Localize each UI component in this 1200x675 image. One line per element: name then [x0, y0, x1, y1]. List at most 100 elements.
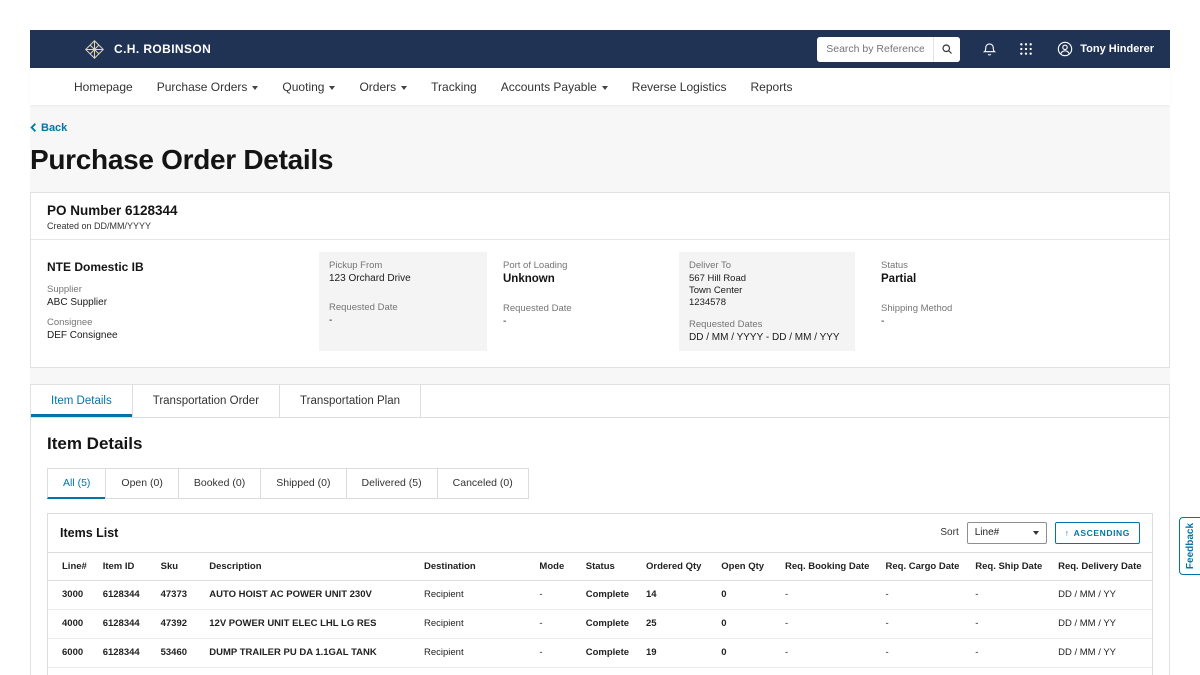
order-type: NTE Domestic IB [47, 260, 319, 274]
tab-item-details[interactable]: Item Details [31, 385, 133, 417]
column-header: Line# [48, 552, 97, 580]
main-nav: Homepage Purchase Orders Quoting Orders … [30, 68, 1170, 105]
po-summary-card: PO Number 6128344 Created on DD/MM/YYYY … [30, 192, 1170, 368]
cell-item-id: 6128344 [97, 638, 155, 667]
cell-req-cargo-date: - [880, 638, 970, 667]
nav-item-label: Tracking [431, 80, 477, 94]
port-of-loading-value: Unknown [503, 273, 679, 285]
cell-item-id: 6128344 [97, 580, 155, 609]
page-title: Purchase Order Details [30, 144, 1170, 176]
item-details-section: Item Details All (5) Open (0) Booked (0)… [31, 418, 1169, 675]
chevron-down-icon [252, 86, 258, 90]
cell-sku: 53460 [155, 638, 204, 667]
feedback-button[interactable]: Feedback [1179, 517, 1200, 575]
table-row[interactable]: 8000612834453453INDUST PU 230/460V 2320P… [48, 667, 1152, 675]
cell-req-delivery-date: DD / MM / YY [1052, 667, 1152, 675]
brand: C.H. ROBINSON [84, 39, 211, 60]
port-of-loading-column: Port of Loading Unknown Requested Date - [503, 252, 679, 351]
column-header: Status [580, 552, 640, 580]
back-link[interactable]: Back [30, 122, 67, 134]
tab-transportation-order[interactable]: Transportation Order [133, 385, 280, 417]
filter-tab-open[interactable]: Open (0) [105, 468, 178, 499]
filter-tab-canceled[interactable]: Canceled (0) [437, 468, 529, 499]
filter-tab-shipped[interactable]: Shipped (0) [260, 468, 346, 499]
sort-select[interactable]: Line# [967, 522, 1047, 544]
cell-mode: - [533, 609, 579, 638]
nav-item-label: Homepage [74, 80, 133, 94]
nav-item-orders[interactable]: Orders [359, 80, 407, 94]
nav-item-label: Purchase Orders [157, 80, 248, 94]
cell-req-booking-date: - [779, 580, 880, 609]
notifications-button[interactable] [982, 42, 997, 57]
status-value: Partial [881, 273, 1153, 285]
items-table-body: 3000612834447373AUTO HOIST AC POWER UNIT… [48, 580, 1152, 675]
deliver-to-label: Deliver To [689, 260, 845, 271]
column-header: Destination [406, 552, 533, 580]
consignee-value: DEF Consignee [47, 330, 319, 341]
table-row[interactable]: 6000612834453460DUMP TRAILER PU DA 1.1GA… [48, 638, 1152, 667]
search-input[interactable] [817, 37, 933, 62]
nav-item-homepage[interactable]: Homepage [74, 80, 133, 94]
cell-item-id: 6128344 [97, 609, 155, 638]
column-header: Req. Booking Date [779, 552, 880, 580]
cell-req-cargo-date: - [880, 609, 970, 638]
sort-direction-label: ASCENDING [1074, 528, 1130, 538]
page-content: Back Purchase Order Details PO Number 61… [30, 105, 1170, 675]
pickup-column: Pickup From 123 Orchard Drive Requested … [319, 252, 487, 351]
column-header: Mode [533, 552, 579, 580]
nav-item-purchase-orders[interactable]: Purchase Orders [157, 80, 259, 94]
tab-transportation-plan[interactable]: Transportation Plan [280, 385, 421, 417]
cell-ordered-qty: 19 [640, 638, 715, 667]
back-label: Back [41, 122, 67, 134]
table-row[interactable]: 400061283444739212V POWER UNIT ELEC LHL … [48, 609, 1152, 638]
user-menu[interactable]: Tony Hinderer [1057, 41, 1154, 57]
user-name: Tony Hinderer [1080, 43, 1154, 55]
po-summary-header: PO Number 6128344 Created on DD/MM/YYYY [31, 193, 1169, 239]
nav-item-tracking[interactable]: Tracking [431, 80, 477, 94]
deliver-to-line1: 567 Hill Road [689, 273, 845, 285]
filter-tab-all[interactable]: All (5) [47, 468, 106, 499]
cell-item-id: 6128344 [97, 667, 155, 675]
chevron-left-icon [30, 123, 37, 132]
user-icon [1057, 41, 1073, 57]
brand-name: C.H. ROBINSON [114, 42, 211, 56]
cell-description: AUTO HOIST AC POWER UNIT 230V [203, 580, 406, 609]
nav-item-quoting[interactable]: Quoting [282, 80, 335, 94]
sort-label: Sort [940, 527, 958, 538]
shipping-method-value: - [881, 316, 1153, 327]
cell-status: Complete [580, 580, 640, 609]
table-row[interactable]: 3000612834447373AUTO HOIST AC POWER UNIT… [48, 580, 1152, 609]
nav-item-accounts-payable[interactable]: Accounts Payable [501, 80, 608, 94]
app-container: C.H. ROBINSON [30, 30, 1170, 675]
port-of-loading-label: Port of Loading [503, 260, 679, 271]
nav-item-label: Accounts Payable [501, 80, 597, 94]
cell-ordered-qty: 25 [640, 609, 715, 638]
nav-item-reports[interactable]: Reports [751, 80, 793, 94]
cell-mode: - [533, 638, 579, 667]
cell-destination: Recipient [406, 580, 533, 609]
cell-sku: 47392 [155, 609, 204, 638]
po-number: PO Number 6128344 [47, 203, 1153, 218]
cell-open-qty: 0 [715, 667, 779, 675]
cell-open-qty: 0 [715, 638, 779, 667]
search-button[interactable] [933, 37, 960, 62]
order-info-column: NTE Domestic IB Supplier ABC Supplier Co… [47, 252, 319, 351]
chevron-down-icon [401, 86, 407, 90]
requested-dates-value: DD / MM / YYYY - DD / MM / YYY [689, 332, 845, 343]
sort-controls: Sort Line# ↑ ASCENDING [940, 522, 1140, 544]
cell-open-qty: 0 [715, 580, 779, 609]
filter-tab-booked[interactable]: Booked (0) [178, 468, 261, 499]
pickup-requested-date-value: - [329, 315, 477, 326]
bell-icon [982, 42, 997, 57]
chevron-down-icon [1033, 531, 1039, 535]
po-created-on: Created on DD/MM/YYYY [47, 221, 1153, 231]
filter-tab-delivered[interactable]: Delivered (5) [346, 468, 438, 499]
items-list-header: Items List Sort Line# ↑ ASCENDING [48, 514, 1152, 552]
search-icon [941, 43, 953, 55]
status-label: Status [881, 260, 1153, 271]
apps-menu-button[interactable] [1019, 42, 1033, 56]
sort-direction-button[interactable]: ↑ ASCENDING [1055, 522, 1140, 544]
nav-item-reverse-logistics[interactable]: Reverse Logistics [632, 80, 727, 94]
items-table-head: Line#Item IDSkuDescriptionDestinationMod… [48, 552, 1152, 580]
nav-item-label: Orders [359, 80, 396, 94]
